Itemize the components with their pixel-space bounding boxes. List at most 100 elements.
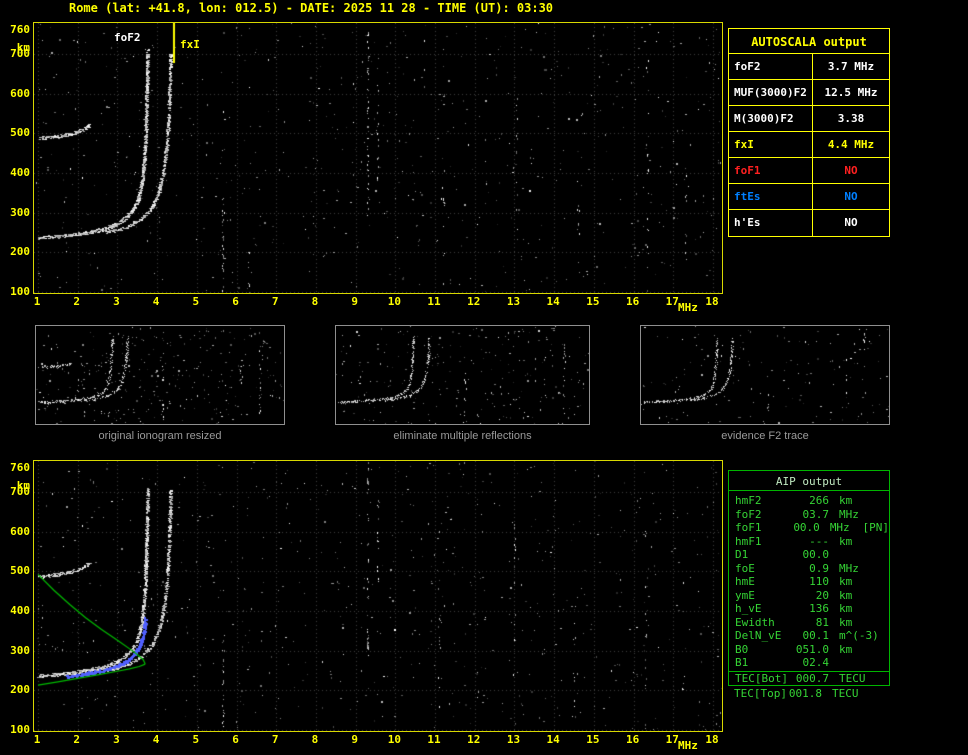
param-name: DelN_vE — [735, 629, 782, 642]
x-tick-label: 12 — [467, 733, 481, 746]
aip-rows: hmF2 266 km foF2 03.7 MHz foF1 00.0 MHz … — [729, 491, 889, 670]
y-tick-label: 300 — [10, 205, 30, 219]
y-tick-label: 600 — [10, 86, 30, 100]
x-tick-label: 8 — [311, 295, 319, 308]
x-tick-label: 15 — [586, 733, 600, 746]
x-tick-label: 7 — [271, 733, 279, 746]
aip-row-h_vE: h_vE 136 km — [735, 602, 889, 616]
table-row-foF2: foF2 3.7 MHz — [729, 54, 889, 80]
param-name: hmF2 — [735, 494, 762, 507]
autoscala-output-title: AUTOSCALA output — [729, 29, 889, 54]
param-name: Ewidth — [735, 615, 775, 629]
x-tick-label: 14 — [546, 295, 560, 308]
x-tick-label: 16 — [625, 295, 640, 308]
table-row-ftEs: ftEs NO — [729, 184, 889, 210]
row-label: foF2 — [729, 54, 813, 79]
x-tick-label: 9 — [351, 295, 358, 308]
param-unit: km — [839, 602, 853, 615]
param-value: 266 — [809, 494, 829, 507]
table-row-foF1: foF1 NO — [729, 158, 889, 184]
ionogram-echo-plot: foF2 fxI — [33, 22, 723, 294]
ionogram-profile-canvas — [34, 461, 722, 731]
table-row-hEs: h'Es NO — [729, 210, 889, 236]
x-tick-label: 1 — [33, 733, 41, 746]
y-tick-label: 300 — [10, 643, 30, 657]
aip-output-table: AIP output hmF2 266 km foF2 03.7 MHz foF… — [728, 470, 890, 686]
param-unit: km — [839, 615, 853, 629]
row-label: fxI — [729, 132, 813, 157]
param-unit: km — [839, 588, 853, 602]
x-tick-label: 8 — [311, 733, 319, 746]
param-note: [PN] — [862, 521, 889, 534]
aip-output-title: AIP output — [729, 471, 889, 491]
row-value: 3.7 MHz — [827, 60, 875, 73]
x-tick-label: 13 — [506, 295, 521, 308]
param-unit: TECU — [839, 671, 866, 685]
row-value: NO — [844, 164, 858, 177]
x-tick-label: 4 — [152, 733, 160, 746]
thumbnail-caption-multiples: eliminate multiple reflections — [393, 430, 532, 442]
mhz-unit-label: MHz — [678, 739, 698, 752]
row-value: 4.4 MHz — [827, 138, 875, 151]
ionogram-profile-plot — [33, 460, 723, 732]
x-tick-label: 5 — [192, 295, 200, 308]
param-name: D1 — [735, 548, 749, 561]
param-value: 110 — [809, 575, 829, 588]
y-tick-label: 400 — [10, 165, 30, 179]
km-unit-label: km — [16, 41, 30, 54]
row-value: NO — [844, 216, 858, 229]
aip-row-tec-bot: TEC[Bot] 000.7 TECU — [729, 672, 889, 686]
row-label: MUF(3000)F2 — [729, 80, 813, 105]
x-tick-label: 2 — [73, 733, 81, 746]
param-name: hmF1 — [735, 534, 762, 548]
x-tick-label: 13 — [506, 733, 521, 746]
x-tick-label: 14 — [546, 733, 560, 746]
y-tick-label: 500 — [10, 126, 30, 140]
aip-row-DelN_vE: DelN_vE 00.1 m^(-3) — [735, 629, 889, 643]
param-unit — [829, 548, 873, 562]
thumbnail-f2-trace — [640, 325, 890, 425]
x-tick-label: 11 — [427, 295, 441, 308]
y-tick-label: 400 — [10, 603, 30, 617]
param-value: 001.8 — [788, 687, 822, 700]
param-unit: km — [839, 534, 853, 548]
x-tick-label: 11 — [427, 733, 441, 746]
autoscala-output-table: AUTOSCALA output foF2 3.7 MHz MUF(3000)F… — [728, 28, 890, 237]
param-value: 02.4 — [802, 656, 830, 669]
aip-row-foF1: foF1 00.0 MHz [PN] — [735, 521, 889, 535]
param-value: 0.9 — [809, 561, 829, 575]
param-name: TEC[Top] — [734, 687, 787, 700]
y-tick-label: 200 — [10, 683, 30, 697]
thumbnail-multiples-removed — [335, 325, 590, 425]
aip-row-B0: B0 051.0 km — [735, 643, 889, 657]
aip-row-ymE: ymE 20 km — [735, 589, 889, 603]
x-tick-label: 5 — [192, 733, 200, 746]
row-label: foF1 — [729, 158, 813, 183]
param-unit: km — [839, 642, 853, 656]
thumbnail-original-canvas — [36, 326, 284, 424]
x-tick-label: 3 — [113, 733, 120, 746]
param-value: 81 — [815, 615, 829, 629]
param-name: B0 — [735, 642, 749, 656]
aip-row-D1: D1 00.0 — [735, 548, 889, 562]
param-value: 00.0 — [793, 521, 820, 534]
aip-row-B1: B1 02.4 — [735, 656, 889, 670]
y-tick-label: 200 — [10, 245, 30, 259]
fxI-marker-label: fxI — [180, 38, 200, 51]
mhz-unit-label: MHz — [678, 301, 698, 314]
table-row-fxI: fxI 4.4 MHz — [729, 132, 889, 158]
y-tick-label: 500 — [10, 564, 30, 578]
thumbnail-multiples-removed-canvas — [336, 326, 589, 424]
param-name: ymE — [735, 588, 755, 602]
x-tick-label: 6 — [232, 295, 239, 308]
param-value: 136 — [809, 602, 829, 615]
param-name: hmE — [735, 575, 755, 588]
x-tick-label: 9 — [351, 733, 358, 746]
ionogram-echo-canvas — [34, 23, 722, 293]
row-label: M(3000)F2 — [729, 106, 813, 131]
x-tick-label: 4 — [152, 295, 160, 308]
param-name: B1 — [735, 656, 749, 669]
param-name: foF1 — [735, 521, 762, 534]
table-row-m3000: M(3000)F2 3.38 — [729, 106, 889, 132]
thumbnail-caption-f2trace: evidence F2 trace — [721, 430, 809, 442]
